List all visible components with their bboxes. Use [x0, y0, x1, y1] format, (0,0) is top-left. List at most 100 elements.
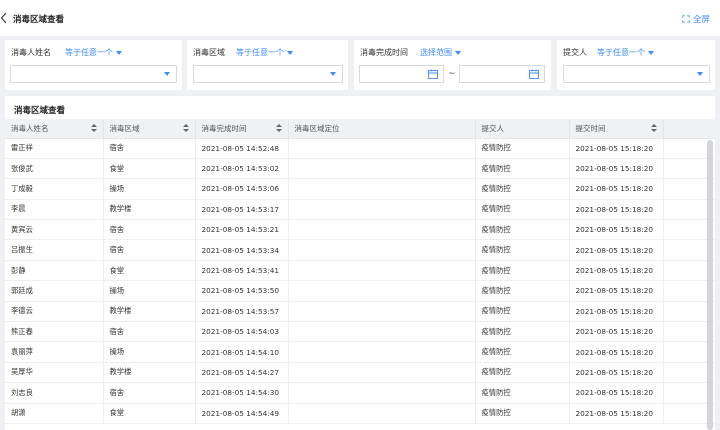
end-date-input[interactable] — [459, 65, 545, 83]
sort-icon[interactable] — [275, 124, 282, 132]
filter-operator-label: 等于任意一个 — [597, 48, 645, 57]
table-cell: 2021-08-05 15:18:20 — [569, 138, 664, 159]
range-separator: ~ — [448, 69, 456, 79]
table-cell: 2021-08-05 15:18:20 — [569, 341, 664, 363]
table-cell: 2021-08-05 14:54:27 — [195, 362, 289, 384]
table-row[interactable]: 刘志良 宿舍 2021-08-05 14:54:30 疫情防控 2021-08-05 1… — [5, 382, 715, 404]
table-cell — [288, 178, 476, 200]
table-row[interactable]: 黄宾云 宿舍 2021-08-05 14:53:21 疫情防控 2021-08-05 1… — [5, 219, 715, 241]
filter-label: 提交人 — [563, 48, 587, 57]
table-row[interactable]: 袁丽萍 操场 2021-08-05 14:54:10 疫情防控 2021-08-05 1… — [5, 341, 715, 363]
submitter-select[interactable] — [563, 65, 710, 83]
table-cell: 疫情防控 — [475, 382, 570, 404]
page-title: 消毒区域查看 — [13, 15, 65, 25]
table-cell: 食堂 — [103, 403, 196, 424]
sort-icon[interactable] — [650, 124, 657, 132]
table-row[interactable]: 吕振生 宿舍 2021-08-05 14:53:34 疫情防控 2021-08-05 1… — [5, 239, 715, 261]
table-cell — [288, 219, 476, 241]
table-cell: 2021-08-05 15:18:20 — [569, 321, 664, 343]
sort-icon[interactable] — [182, 124, 189, 132]
table-cell: 食堂 — [103, 158, 196, 180]
table-cell: 2021-08-05 14:52:48 — [195, 138, 289, 159]
table-cell: 2021-08-05 15:18:20 — [569, 199, 664, 221]
table-cell: 食堂 — [103, 260, 196, 282]
fullscreen-button[interactable]: 全屏 — [682, 13, 710, 25]
filter-operator-label: 选择范围 — [420, 48, 452, 57]
sort-icon[interactable] — [90, 124, 97, 132]
column-header-label: 消毒区域 — [109, 123, 140, 133]
table-cell: 疫情防控 — [475, 403, 570, 424]
table-cell: 2021-08-05 14:53:34 — [195, 239, 289, 261]
table-cell: 张俊武 — [5, 158, 104, 180]
table-cell: 疫情防控 — [475, 239, 570, 261]
calendar-icon[interactable] — [529, 69, 539, 79]
table-cell: 2021-08-05 14:54:49 — [195, 403, 289, 424]
name-select[interactable] — [10, 65, 177, 83]
filter-operator-label: 等于任意一个 — [65, 48, 113, 57]
filter-label: 消毒区域 — [193, 48, 225, 57]
table-cell: 丁成毅 — [5, 178, 104, 200]
table-cell: 2021-08-05 14:53:06 — [195, 178, 289, 200]
vertical-scrollbar[interactable] — [707, 140, 713, 430]
filter-operator-dropdown[interactable]: 等于任意一个 — [236, 47, 293, 58]
table-cell: 吕振生 — [5, 239, 104, 261]
area-select[interactable] — [193, 65, 343, 83]
table-cell — [288, 341, 476, 363]
column-header[interactable]: 消毒完成时间 — [195, 119, 289, 139]
table-cell: 2021-08-05 15:18:20 — [569, 301, 664, 323]
filter-label: 消毒完成时间 — [360, 48, 408, 57]
table-cell: 2021-08-05 14:54:10 — [195, 341, 289, 363]
table-cell: 2021-08-05 14:53:50 — [195, 280, 289, 302]
caret-down-icon — [287, 50, 293, 55]
column-header[interactable]: 提交时间 — [569, 119, 664, 139]
table-cell — [288, 382, 476, 404]
table-row[interactable]: 雷正祥 宿舍 2021-08-05 14:52:48 疫情防控 2021-08-05 1… — [5, 138, 715, 159]
start-date-input[interactable] — [359, 65, 444, 83]
calendar-icon[interactable] — [428, 69, 438, 79]
filter-operator-dropdown[interactable]: 等于任意一个 — [597, 47, 654, 58]
table-row[interactable]: 熊正春 宿舍 2021-08-05 14:54:03 疫情防控 2021-08-05 1… — [5, 321, 715, 343]
table-cell: 疫情防控 — [475, 362, 570, 384]
table-cell: 教学楼 — [103, 301, 196, 323]
column-header[interactable]: 消毒区域定位 — [288, 119, 476, 139]
table-cell: 疫情防控 — [475, 199, 570, 221]
table-cell: 疫情防控 — [475, 260, 570, 282]
filter-label: 消毒人姓名 — [11, 48, 51, 57]
caret-down-icon — [648, 50, 654, 55]
filter-card-area: 消毒区域 等于任意一个 — [187, 40, 348, 90]
table-cell: 雷正祥 — [5, 138, 104, 159]
table-cell — [288, 260, 476, 282]
table-row[interactable]: 彭静 食堂 2021-08-05 14:53:41 疫情防控 2021-08-05 15… — [5, 260, 715, 282]
fullscreen-icon — [682, 15, 690, 23]
chevron-down-icon — [691, 66, 709, 82]
column-header[interactable]: 消毒人姓名 — [5, 119, 104, 139]
filter-operator-dropdown[interactable]: 选择范围 — [420, 47, 461, 58]
table-cell — [288, 321, 476, 343]
data-table: 消毒人姓名 消毒区域 消毒完成时间 消毒区域定位 提交人 提交时间 雷正祥 宿舍 2021-0… — [5, 119, 715, 424]
table-row[interactable]: 李晨 教学楼 2021-08-05 14:53:17 疫情防控 2021-08-05 1… — [5, 199, 715, 221]
table-cell: 袁丽萍 — [5, 341, 104, 363]
table-cell: 宿舍 — [103, 239, 196, 261]
table-cell: 吴厚华 — [5, 362, 104, 384]
table-row[interactable]: 丁成毅 操场 2021-08-05 14:53:06 疫情防控 2021-08-05 1… — [5, 178, 715, 200]
filter-operator-dropdown[interactable]: 等于任意一个 — [65, 47, 122, 58]
caret-down-icon — [455, 50, 461, 55]
column-header[interactable]: 消毒区域 — [103, 119, 196, 139]
table-cell: 郭廷成 — [5, 280, 104, 302]
chevron-down-icon — [324, 66, 342, 82]
table-row[interactable]: 李德云 教学楼 2021-08-05 14:53:57 疫情防控 2021-08-05 … — [5, 301, 715, 323]
column-header-label: 消毒完成时间 — [201, 123, 247, 133]
table-row[interactable]: 胡潇 食堂 2021-08-05 14:54:49 疫情防控 2021-08-05 15… — [5, 403, 715, 424]
table-cell: 2021-08-05 15:18:20 — [569, 219, 664, 241]
table-row[interactable]: 张俊武 食堂 2021-08-05 14:53:02 疫情防控 2021-08-05 1… — [5, 158, 715, 180]
table-cell: 疫情防控 — [475, 178, 570, 200]
table-cell: 2021-08-05 14:53:21 — [195, 219, 289, 241]
back-arrow-icon[interactable] — [0, 12, 8, 24]
table-cell: 疫情防控 — [475, 280, 570, 302]
column-header[interactable]: 提交人 — [475, 119, 570, 139]
filter-card-time: 消毒完成时间 选择范围 ~ — [354, 40, 551, 90]
table-row[interactable]: 吴厚华 教学楼 2021-08-05 14:54:27 疫情防控 2021-08-05 … — [5, 362, 715, 384]
table-cell: 疫情防控 — [475, 301, 570, 323]
table-row[interactable]: 郭廷成 操场 2021-08-05 14:53:50 疫情防控 2021-08-05 1… — [5, 280, 715, 302]
table-cell — [288, 403, 476, 424]
